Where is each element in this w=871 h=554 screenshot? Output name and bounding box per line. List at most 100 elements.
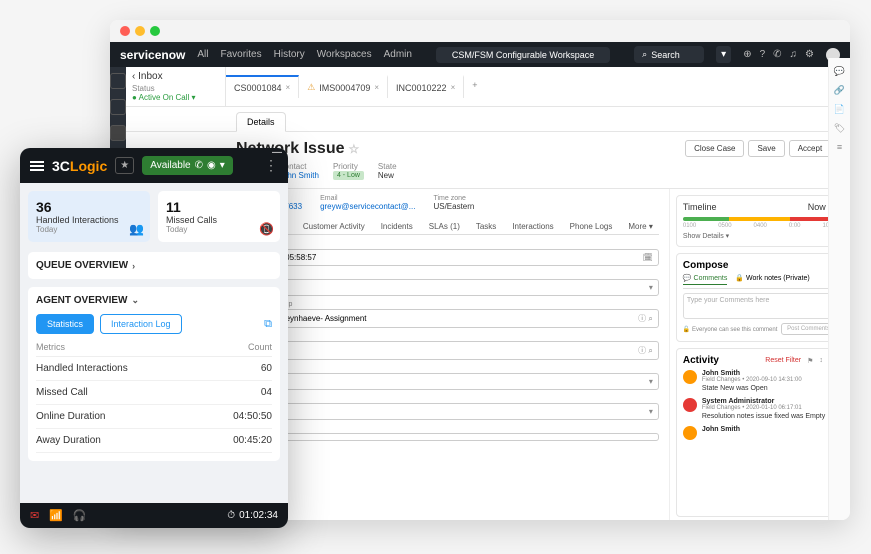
- new-tab-button[interactable]: +: [464, 75, 485, 98]
- close-icon[interactable]: ×: [286, 83, 291, 92]
- nav-admin[interactable]: Admin: [384, 49, 412, 60]
- ag-field[interactable]: Guillaume Seynhaeve- Assignmentⓘ ⌕: [236, 309, 659, 328]
- nav-all[interactable]: All: [197, 49, 208, 60]
- chevron-left-icon[interactable]: ‹: [132, 71, 135, 82]
- workspace-title[interactable]: CSM/FSM Configurable Workspace: [436, 47, 610, 63]
- main-nav: All Favorites History Workspaces Admin: [197, 49, 412, 60]
- accept-button[interactable]: Accept: [789, 140, 831, 157]
- missed-card[interactable]: 11 Missed Calls Today 📵: [158, 191, 280, 242]
- gear-icon[interactable]: ⚙: [805, 49, 814, 60]
- at-field[interactable]: John Smithⓘ ⌕: [236, 341, 659, 360]
- star-button[interactable]: ★: [115, 157, 134, 174]
- rail-list-icon[interactable]: [110, 99, 126, 115]
- tab-cs0001084[interactable]: CS0001084×: [226, 75, 299, 98]
- tab-ims[interactable]: ⚠IMS0004709×: [299, 75, 388, 98]
- metrics-col2: Count: [248, 342, 272, 352]
- nav-history[interactable]: History: [274, 49, 305, 60]
- warning-icon: ⚠: [307, 82, 315, 93]
- search-icon: ⌕: [642, 49, 647, 60]
- help-icon[interactable]: ?: [760, 49, 766, 60]
- doc-icon[interactable]: 📄: [834, 104, 845, 115]
- chevron-down-icon[interactable]: ▾: [649, 283, 653, 292]
- cat-field[interactable]: Software▾: [236, 403, 659, 420]
- chevron-down-icon[interactable]: ▾: [649, 407, 653, 416]
- compose-tab-comments[interactable]: 💬 Comments: [683, 274, 728, 285]
- subtab-tasks[interactable]: Tasks: [470, 219, 502, 234]
- close-icon[interactable]: ×: [374, 83, 379, 92]
- queue-title: QUEUE OVERVIEW: [36, 260, 128, 271]
- subtab-incidents[interactable]: Incidents: [375, 219, 419, 234]
- chevron-down-icon[interactable]: ⌄: [132, 295, 140, 306]
- rail-inbox-icon[interactable]: [110, 125, 126, 141]
- whatsapp-icon: ◉: [207, 160, 216, 171]
- close-window-icon[interactable]: [120, 26, 130, 36]
- attach-icon[interactable]: 🔗: [834, 85, 845, 96]
- maximize-window-icon[interactable]: [150, 26, 160, 36]
- opened-field[interactable]: 2020-01-10 05:58:57🗓: [236, 249, 659, 266]
- phone-icon: ✆: [195, 160, 203, 171]
- reset-filter-link[interactable]: Reset Filter: [765, 357, 801, 365]
- show-details-link[interactable]: Show Details ▾: [683, 232, 836, 240]
- close-icon[interactable]: ×: [451, 83, 456, 92]
- chat-icon[interactable]: 💬: [834, 66, 845, 77]
- globe-icon[interactable]: ⊕: [743, 49, 751, 60]
- filter-icon[interactable]: ⚑: [807, 357, 813, 365]
- subtab-interactions[interactable]: Interactions: [506, 219, 559, 234]
- voicemail-icon[interactable]: ✉: [30, 509, 39, 522]
- sort-icon[interactable]: ↕: [819, 357, 823, 365]
- subtab-slas[interactable]: SLAs (1): [423, 219, 466, 234]
- people-icon: 👥: [129, 222, 144, 236]
- save-button[interactable]: Save: [748, 140, 784, 157]
- minimize-icon[interactable]: —: [272, 148, 282, 158]
- handled-card[interactable]: 36 Handled Interactions Today 👥: [28, 191, 150, 242]
- mac-traffic-lights: [110, 20, 850, 42]
- info-icon[interactable]: ⓘ: [638, 314, 646, 323]
- more-menu-icon[interactable]: ⋮: [264, 157, 278, 174]
- search-icon[interactable]: ⌕: [648, 314, 652, 323]
- list-icon[interactable]: ≡: [837, 142, 842, 152]
- compose-tab-worknotes[interactable]: 🔒 Work notes (Private): [735, 274, 809, 285]
- tab-inc[interactable]: INC0010222×: [388, 75, 464, 98]
- compose-card: Compose 💬 Comments 🔒 Work notes (Private…: [676, 253, 843, 342]
- rail-home-icon[interactable]: [110, 73, 126, 89]
- external-link-icon[interactable]: ⧉: [264, 318, 272, 331]
- stats-icon[interactable]: 📶: [49, 509, 63, 522]
- bell-icon[interactable]: ♫: [790, 49, 798, 60]
- statistics-tab[interactable]: Statistics: [36, 314, 94, 334]
- servicenow-logo: servicenow: [120, 48, 185, 62]
- search-dropdown-icon[interactable]: ▾: [716, 46, 731, 63]
- search-icon[interactable]: ⌕: [648, 346, 652, 355]
- chevron-down-icon[interactable]: ▾: [649, 377, 653, 386]
- avatar-icon: [683, 426, 697, 440]
- calendar-icon[interactable]: 🗓: [643, 253, 653, 262]
- cl-body: 36 Handled Interactions Today 👥 11 Misse…: [20, 183, 288, 503]
- global-search[interactable]: ⌕Search: [634, 46, 704, 63]
- status-value[interactable]: ● Active On Call ▾: [132, 93, 219, 102]
- email-value[interactable]: greyw@servicecontact@...: [320, 202, 415, 211]
- top-nav: servicenow All Favorites History Workspa…: [110, 42, 850, 67]
- minimize-window-icon[interactable]: [135, 26, 145, 36]
- middle-column: TimelineNow ⟳ 0100050004000:001000 Show …: [669, 189, 849, 520]
- queue-overview-section[interactable]: QUEUE OVERVIEW›: [28, 252, 280, 279]
- metric-row: Away Duration00:45:20: [36, 429, 272, 453]
- details-tab[interactable]: Details: [236, 112, 286, 132]
- info-icon[interactable]: ⓘ: [638, 346, 646, 355]
- star-icon[interactable]: ☆: [348, 142, 359, 156]
- nav-favorites[interactable]: Favorites: [221, 49, 262, 60]
- headset-icon[interactable]: 🎧: [73, 509, 87, 522]
- subtab-phone-logs[interactable]: Phone Logs: [564, 219, 619, 234]
- subtab-more[interactable]: More ▾: [622, 219, 658, 234]
- subtab-activity[interactable]: Customer Activity: [297, 219, 371, 234]
- loc-field[interactable]: [236, 433, 659, 441]
- interaction-log-tab[interactable]: Interaction Log: [100, 314, 182, 334]
- nav-workspaces[interactable]: Workspaces: [317, 49, 372, 60]
- compose-textarea[interactable]: Type your Comments here: [683, 293, 836, 319]
- hamburger-icon[interactable]: [30, 161, 44, 171]
- availability-button[interactable]: Available✆◉▾: [142, 156, 233, 175]
- visibility-note: 🔓 Everyone can see this comment: [683, 326, 778, 333]
- state-field[interactable]: New▾: [236, 373, 659, 390]
- tag-icon[interactable]: 🏷: [834, 123, 845, 134]
- priority-field[interactable]: 4 - Low▾: [236, 279, 659, 296]
- close-case-button[interactable]: Close Case: [685, 140, 744, 157]
- phone-icon[interactable]: ✆: [773, 49, 781, 60]
